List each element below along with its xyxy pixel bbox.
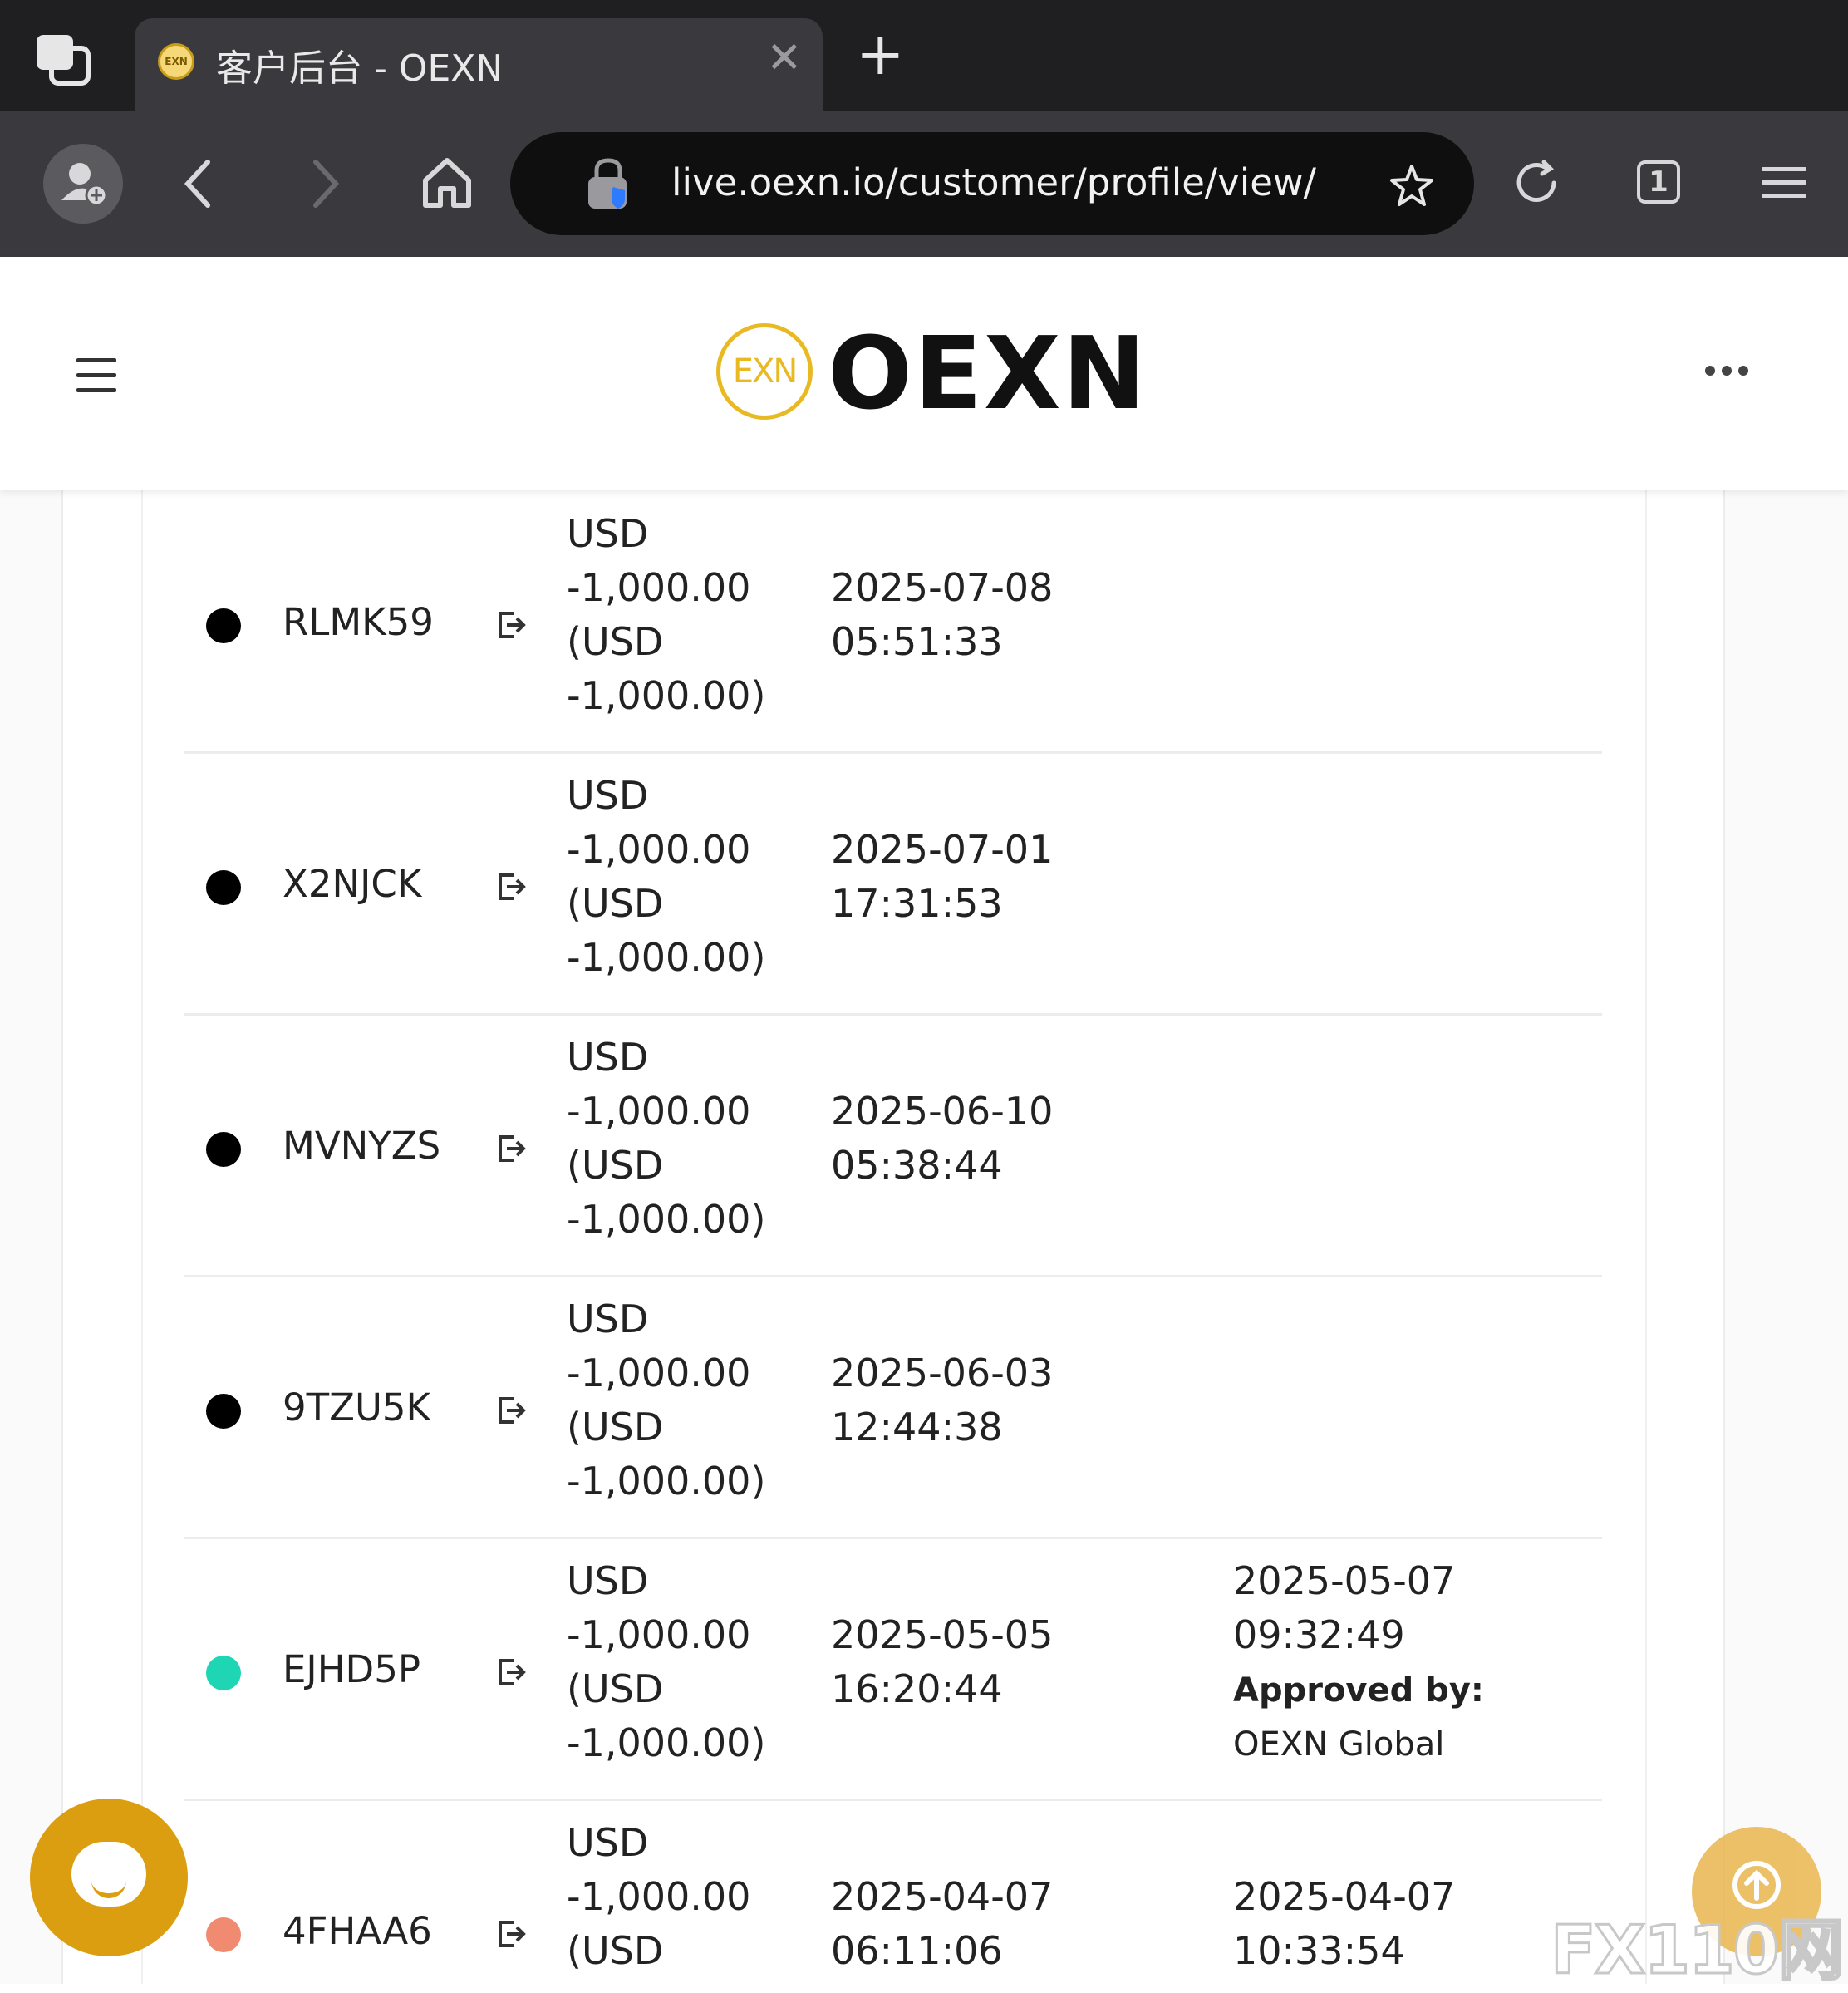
profile-add-icon (61, 163, 108, 207)
withdraw-out-icon (499, 873, 526, 900)
processed-time: 2025-05-07 09:32:49 (1233, 1558, 1456, 1657)
amount: USD -1,000.00 (USD (567, 1820, 751, 1973)
ticket-id[interactable]: X2NJCK (283, 862, 421, 906)
chat-button[interactable] (30, 1799, 188, 1956)
withdraw-out-icon (499, 1921, 526, 1947)
site-security-icon[interactable] (583, 157, 633, 212)
logo-mark: EXN (716, 323, 813, 420)
processed-time: 2025-04-07 10:33:54 (1233, 1874, 1456, 1973)
created-time: 2025-05-05 16:20:44 (831, 1612, 1054, 1711)
hamburger-icon[interactable] (76, 358, 116, 403)
amount: USD -1,000.00 (USD -1,000.00) (567, 773, 766, 980)
status-dot (206, 1917, 241, 1952)
bookmark-star-icon[interactable] (1389, 164, 1434, 207)
status-dot (206, 1656, 241, 1690)
status-dot (206, 870, 241, 905)
ticket-id[interactable]: 4FHAA6 (283, 1909, 432, 1953)
reload-icon[interactable] (1511, 157, 1562, 209)
tab-switcher-icon[interactable] (33, 32, 91, 86)
url-text[interactable]: live.oexn.io/customer/profile/view/ (671, 160, 1316, 204)
table-row: 9TZU5K USD -1,000.00 (USD -1,000.00) 202… (184, 1277, 1602, 1539)
back-icon[interactable] (181, 159, 214, 209)
withdraw-out-icon (499, 612, 526, 638)
tab-close-icon[interactable]: ✕ (766, 33, 803, 83)
table-row: 4FHAA6 USD -1,000.00 (USD 2025-04-07 06:… (184, 1801, 1602, 1984)
address-bar[interactable]: live.oexn.io/customer/profile/view/ (510, 132, 1474, 235)
approved-by-value: OEXN Global (1233, 1725, 1445, 1764)
home-icon[interactable] (420, 155, 474, 209)
withdraw-out-icon (499, 1135, 526, 1162)
table-row: RLMK59 USD -1,000.00 (USD -1,000.00) 202… (184, 492, 1602, 754)
created-time: 2025-04-07 06:11:06 (831, 1874, 1054, 1973)
status-dot (206, 608, 241, 643)
browser-tab-bar: EXN 客户后台 - OEXN ✕ + (0, 0, 1848, 111)
withdraw-out-icon (499, 1659, 526, 1685)
amount: USD -1,000.00 (USD -1,000.00) (567, 1035, 766, 1242)
approved-by-label: Approved by: (1233, 1671, 1484, 1710)
tab-favicon: EXN (158, 43, 194, 80)
table-row: X2NJCK USD -1,000.00 (USD -1,000.00) 202… (184, 754, 1602, 1016)
browser-tab-active[interactable]: EXN 客户后台 - OEXN ✕ (135, 18, 823, 111)
tab-title: 客户后台 - OEXN (216, 47, 504, 90)
tabs-count-button[interactable]: 1 (1637, 160, 1680, 204)
menu-icon[interactable] (1762, 165, 1806, 200)
new-tab-button[interactable]: + (856, 25, 905, 83)
created-time: 2025-07-01 17:31:53 (831, 827, 1054, 926)
ticket-id[interactable]: RLMK59 (283, 600, 434, 644)
table-row: EJHD5P USD -1,000.00 (USD -1,000.00) 202… (184, 1539, 1602, 1801)
approved-by: Approved by: OEXN Global (1233, 1664, 1582, 1772)
ticket-id[interactable]: MVNYZS (283, 1124, 440, 1168)
site-header: EXN OEXN (0, 257, 1848, 490)
amount: USD -1,000.00 (USD -1,000.00) (567, 511, 766, 718)
ticket-id[interactable]: 9TZU5K (283, 1385, 430, 1430)
status-dot (206, 1394, 241, 1429)
created-time: 2025-06-10 05:38:44 (831, 1089, 1054, 1188)
withdraw-out-icon (499, 1397, 526, 1424)
amount: USD -1,000.00 (USD -1,000.00) (567, 1558, 766, 1765)
created-time: 2025-07-08 05:51:33 (831, 565, 1054, 664)
status-dot (206, 1132, 241, 1167)
created-time: 2025-06-03 12:44:38 (831, 1351, 1054, 1449)
logo-text: OEXN (828, 317, 1148, 432)
amount: USD -1,000.00 (USD -1,000.00) (567, 1297, 766, 1503)
forward-icon[interactable] (309, 159, 342, 209)
table-row: MVNYZS USD -1,000.00 (USD -1,000.00) 202… (184, 1016, 1602, 1277)
browser-toolbar: live.oexn.io/customer/profile/view/ 1 (0, 111, 1848, 257)
more-icon[interactable] (1705, 363, 1755, 379)
ticket-id[interactable]: EJHD5P (283, 1647, 420, 1691)
watermark: FX110网 (1549, 1911, 1845, 1991)
profile-button[interactable] (43, 144, 123, 224)
